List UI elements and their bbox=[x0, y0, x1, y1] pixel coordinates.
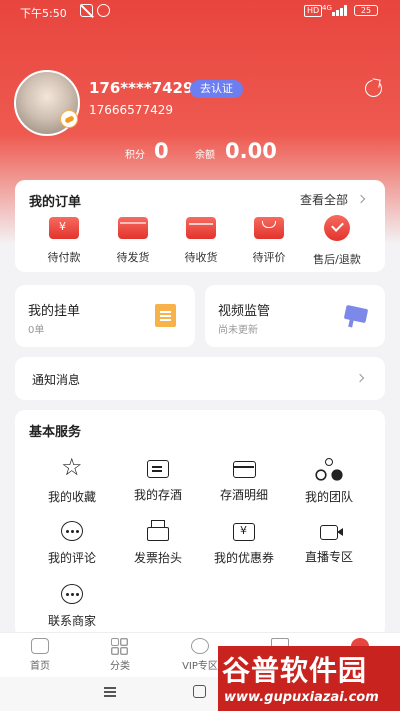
check-icon bbox=[324, 215, 350, 241]
order-pending-payment[interactable]: 待付款 bbox=[32, 217, 96, 265]
service-my-coupons[interactable]: 我的优惠券 bbox=[198, 521, 290, 566]
monitor-status: 尚未更新 bbox=[218, 325, 258, 336]
chevron-right-icon bbox=[356, 194, 366, 204]
chevron-right-icon bbox=[355, 373, 365, 383]
verify-button[interactable]: 去认证 bbox=[190, 80, 243, 98]
service-label: 存酒明细 bbox=[219, 488, 268, 502]
points-label: 积分 bbox=[125, 150, 145, 161]
notification-title: 通知消息 bbox=[32, 373, 81, 387]
star-icon bbox=[59, 453, 85, 481]
order-label: 待收货 bbox=[184, 251, 218, 264]
order-label: 待发货 bbox=[116, 251, 150, 264]
home-icon bbox=[31, 638, 49, 654]
order-pending-review[interactable]: 待评价 bbox=[237, 217, 301, 265]
pending-count: 0单 bbox=[28, 325, 45, 336]
network-type: 4G bbox=[322, 4, 332, 12]
tab-label: 分类 bbox=[110, 661, 130, 672]
service-label: 联系商家 bbox=[47, 614, 96, 628]
monitor-title: 视频监管 bbox=[218, 304, 271, 319]
watermark-url: www.gupuxiazai.com bbox=[224, 690, 379, 705]
signal-icon bbox=[332, 5, 348, 16]
home-button-icon[interactable] bbox=[193, 685, 206, 698]
phone-number: 17666577429 bbox=[89, 103, 173, 117]
camera-icon bbox=[343, 304, 369, 324]
level-badge-icon bbox=[60, 110, 78, 128]
service-storage-details[interactable]: 存酒明细 bbox=[198, 458, 290, 503]
status-time: 下午5:50 bbox=[20, 7, 67, 20]
service-invoice-title[interactable]: 发票抬头 bbox=[112, 520, 204, 566]
box-icon bbox=[186, 217, 216, 239]
video-monitor-card[interactable]: 视频监管 尚未更新 bbox=[205, 285, 385, 347]
pending-orders-card[interactable]: 我的挂单 0单 bbox=[15, 285, 195, 347]
mute-icon bbox=[80, 4, 93, 17]
orders-title: 我的订单 bbox=[29, 195, 82, 210]
pending-title: 我的挂单 bbox=[28, 304, 81, 319]
hd-badge: HD bbox=[304, 5, 323, 17]
battery-icon: 25 bbox=[354, 5, 378, 16]
points-value: 0 bbox=[154, 139, 169, 163]
chat-icon bbox=[61, 584, 83, 604]
order-label: 售后/退款 bbox=[313, 253, 361, 266]
tab-label: 首页 bbox=[30, 661, 50, 672]
tab-category[interactable]: 分类 bbox=[80, 638, 160, 672]
services-title: 基本服务 bbox=[29, 425, 82, 440]
tab-home[interactable]: 首页 bbox=[0, 638, 80, 672]
service-label: 我的收藏 bbox=[47, 490, 96, 504]
notification-row[interactable]: 通知消息 bbox=[15, 357, 385, 400]
order-pending-shipment[interactable]: 待发货 bbox=[101, 217, 165, 265]
package-icon bbox=[118, 217, 148, 239]
service-favorites[interactable]: 我的收藏 bbox=[26, 453, 118, 505]
service-label: 我的存酒 bbox=[133, 488, 182, 502]
order-label: 待付款 bbox=[47, 251, 81, 264]
service-label: 我的团队 bbox=[304, 490, 353, 504]
service-my-team[interactable]: 我的团队 bbox=[283, 458, 375, 505]
coupon-icon bbox=[233, 523, 255, 541]
bag-icon bbox=[254, 217, 284, 239]
team-icon bbox=[316, 458, 342, 480]
services-card: 基本服务 我的收藏 我的存酒 存酒明细 我的团队 我的评论 发票抬头 我的优惠券… bbox=[15, 410, 385, 638]
service-my-comments[interactable]: 我的评论 bbox=[26, 521, 118, 566]
service-live-zone[interactable]: 直播专区 bbox=[283, 521, 375, 565]
orders-card: 我的订单 查看全部 待付款 待发货 待收货 待评价 售后/退款 bbox=[15, 180, 385, 272]
comment-icon bbox=[61, 521, 83, 541]
alarm-icon bbox=[97, 4, 110, 17]
vip-icon bbox=[191, 638, 209, 654]
service-label: 我的优惠券 bbox=[213, 551, 274, 565]
order-after-sales[interactable]: 售后/退款 bbox=[305, 215, 369, 267]
service-contact-merchant[interactable]: 联系商家 bbox=[26, 584, 118, 629]
order-label: 待评价 bbox=[252, 251, 286, 264]
printer-icon bbox=[147, 520, 169, 541]
menu-icon[interactable] bbox=[104, 687, 116, 689]
service-my-storage[interactable]: 我的存酒 bbox=[112, 458, 204, 503]
order-pending-receipt[interactable]: 待收货 bbox=[169, 217, 233, 265]
note-icon bbox=[155, 304, 176, 327]
share-icon[interactable] bbox=[365, 80, 382, 97]
storage-icon bbox=[147, 460, 169, 478]
video-icon bbox=[320, 525, 343, 540]
grid-icon bbox=[111, 638, 129, 654]
watermark-logo: 谷普软件园 www.gupuxiazai.com bbox=[218, 646, 400, 711]
service-label: 我的评论 bbox=[47, 551, 96, 565]
service-label: 发票抬头 bbox=[133, 551, 182, 565]
balance-label: 余额 bbox=[195, 150, 215, 161]
view-all-orders-link[interactable]: 查看全部 bbox=[300, 191, 348, 208]
watermark-brand: 谷普软件园 bbox=[222, 654, 368, 687]
card-icon bbox=[232, 461, 256, 478]
wallet-icon bbox=[49, 217, 79, 239]
status-bar: 下午5:50 HD 4G 25 bbox=[0, 0, 400, 26]
service-label: 直播专区 bbox=[304, 550, 353, 564]
username: 176****7429 bbox=[89, 79, 194, 97]
balance-value: 0.00 bbox=[225, 139, 277, 163]
